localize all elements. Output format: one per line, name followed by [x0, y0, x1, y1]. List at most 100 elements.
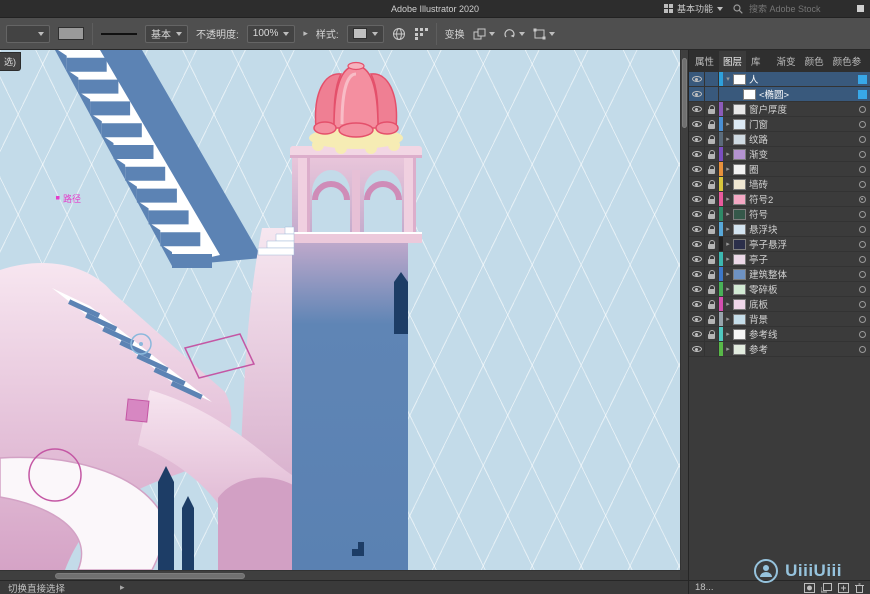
visibility-toggle[interactable]	[689, 87, 705, 101]
layer-name[interactable]: 人	[749, 72, 854, 86]
expand-arrow-icon[interactable]: ▸	[723, 240, 733, 248]
layer-target-icon[interactable]	[859, 106, 866, 113]
layer-row[interactable]: ▸ 参考线	[689, 327, 870, 342]
horizontal-scroll-thumb[interactable]	[55, 573, 245, 579]
tab-5[interactable]: 颜色	[801, 51, 828, 72]
layer-thumbnail[interactable]	[733, 344, 746, 355]
layer-thumbnail[interactable]	[733, 269, 746, 280]
lock-toggle[interactable]	[705, 312, 719, 326]
layer-row[interactable]: ▾ 人	[689, 72, 870, 87]
layer-name[interactable]: 背景	[749, 312, 854, 326]
layer-thumbnail[interactable]	[733, 104, 746, 115]
layer-thumbnail[interactable]	[733, 314, 746, 325]
layer-row[interactable]: ▸ 建筑整体	[689, 267, 870, 282]
layer-name[interactable]: 墙砖	[749, 177, 854, 191]
visibility-toggle[interactable]	[689, 192, 705, 206]
layer-thumbnail[interactable]	[733, 224, 746, 235]
lock-toggle[interactable]	[705, 207, 719, 221]
layer-name[interactable]: 参考	[749, 342, 854, 356]
layer-row[interactable]: <椭圆>	[689, 87, 870, 102]
layer-target-icon[interactable]	[859, 166, 866, 173]
lock-toggle[interactable]	[705, 147, 719, 161]
lock-toggle[interactable]	[705, 72, 719, 86]
window-control-icon[interactable]	[857, 5, 864, 12]
lock-toggle[interactable]	[705, 282, 719, 296]
expand-arrow-icon[interactable]: ▸	[723, 270, 733, 278]
lock-toggle[interactable]	[705, 102, 719, 116]
visibility-toggle[interactable]	[689, 72, 705, 86]
layer-thumbnail[interactable]	[733, 329, 746, 340]
visibility-toggle[interactable]	[689, 132, 705, 146]
make-mask-icon[interactable]	[804, 583, 815, 593]
visibility-toggle[interactable]	[689, 162, 705, 176]
layer-row[interactable]: ▸ 悬浮块	[689, 222, 870, 237]
visibility-toggle[interactable]	[689, 117, 705, 131]
lock-toggle[interactable]	[705, 87, 719, 101]
expand-arrow-icon[interactable]: ▸	[723, 135, 733, 143]
layer-row[interactable]: ▸ 零碎板	[689, 282, 870, 297]
visibility-toggle[interactable]	[689, 342, 705, 356]
expand-arrow-icon[interactable]: ▾	[723, 75, 733, 83]
layer-name[interactable]: 门窗	[749, 117, 854, 131]
layer-target-icon[interactable]	[859, 196, 866, 203]
visibility-toggle[interactable]	[689, 327, 705, 341]
tab-2[interactable]: 图层	[719, 51, 746, 72]
expand-arrow-icon[interactable]: ▸	[723, 315, 733, 323]
artboard-canvas[interactable]: 选)	[0, 50, 688, 580]
expand-arrow-icon[interactable]: ▸	[723, 285, 733, 293]
layer-thumbnail[interactable]	[733, 119, 746, 130]
layer-name[interactable]: 纹路	[749, 132, 854, 146]
layer-row[interactable]: ▸ 底板	[689, 297, 870, 312]
layer-target-icon[interactable]	[859, 286, 866, 293]
layer-name[interactable]: 渐变	[749, 147, 854, 161]
visibility-toggle[interactable]	[689, 222, 705, 236]
lock-toggle[interactable]	[705, 252, 719, 266]
layer-target-icon[interactable]	[859, 331, 866, 338]
layer-name[interactable]: 悬浮块	[749, 222, 854, 236]
layer-name[interactable]: 亭子悬浮	[749, 237, 854, 251]
stock-search[interactable]	[733, 3, 847, 15]
layer-target-icon[interactable]	[859, 241, 866, 248]
lock-toggle[interactable]	[705, 192, 719, 206]
opacity-select[interactable]: 100%	[247, 25, 296, 43]
layer-thumbnail[interactable]	[733, 194, 746, 205]
layer-thumbnail[interactable]	[733, 149, 746, 160]
horizontal-scrollbar[interactable]	[0, 570, 680, 580]
layer-thumbnail[interactable]	[733, 164, 746, 175]
tab-4[interactable]: 渐变	[773, 51, 800, 72]
visibility-toggle[interactable]	[689, 252, 705, 266]
visibility-toggle[interactable]	[689, 267, 705, 281]
expand-arrow-icon[interactable]: ▸	[723, 330, 733, 338]
expand-arrow-icon[interactable]: ▸	[723, 300, 733, 308]
layer-name[interactable]: <椭圆>	[759, 87, 854, 101]
layer-row[interactable]: ▸ 渐变	[689, 147, 870, 162]
align-panel-icon[interactable]	[414, 27, 428, 40]
expand-arrow-icon[interactable]: ▸	[723, 255, 733, 263]
tab-1[interactable]: 属性	[691, 51, 718, 72]
status-next-icon[interactable]: ▸	[120, 582, 125, 593]
rotate-dropdown[interactable]	[503, 28, 525, 40]
layer-row[interactable]: ▸ 纹路	[689, 132, 870, 147]
layer-name[interactable]: 零碎板	[749, 282, 854, 296]
shape-options-dropdown[interactable]	[533, 28, 555, 40]
layer-row[interactable]: ▸ 窗户厚度	[689, 102, 870, 117]
visibility-toggle[interactable]	[689, 312, 705, 326]
layer-target-icon[interactable]	[859, 346, 866, 353]
workspace-switcher[interactable]: 基本功能	[664, 2, 723, 15]
expand-arrow-icon[interactable]: ▸	[723, 225, 733, 233]
document-setup-globe-icon[interactable]	[392, 27, 406, 41]
lock-toggle[interactable]	[705, 222, 719, 236]
visibility-toggle[interactable]	[689, 282, 705, 296]
layer-target-icon[interactable]	[859, 271, 866, 278]
layer-name[interactable]: 窗户厚度	[749, 102, 854, 116]
lock-toggle[interactable]	[705, 267, 719, 281]
layer-target-icon[interactable]	[859, 211, 866, 218]
lock-toggle[interactable]	[705, 297, 719, 311]
layer-target-icon[interactable]	[859, 256, 866, 263]
visibility-toggle[interactable]	[689, 102, 705, 116]
layer-target-icon[interactable]	[859, 151, 866, 158]
layer-thumbnail[interactable]	[733, 134, 746, 145]
cutoff-panel-tab[interactable]: 选)	[0, 52, 21, 71]
lock-toggle[interactable]	[705, 117, 719, 131]
variable-width-select[interactable]	[6, 25, 50, 43]
